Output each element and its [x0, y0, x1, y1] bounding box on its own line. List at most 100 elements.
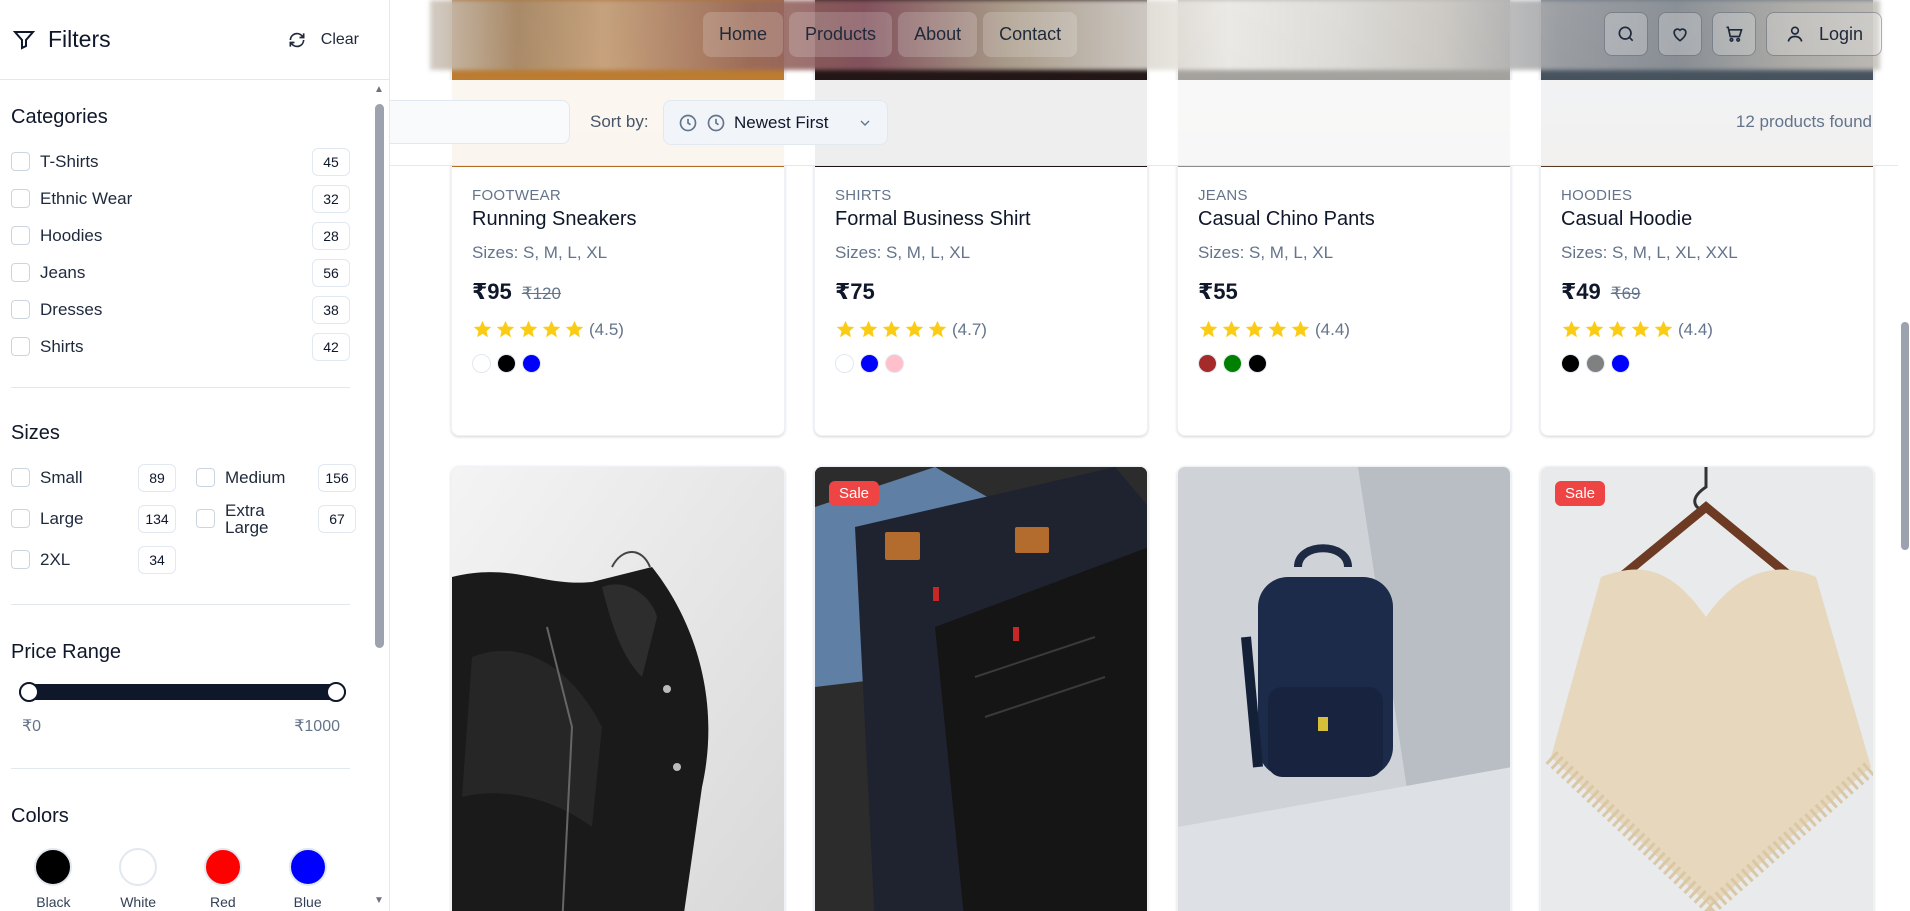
- star-icon: [496, 320, 515, 338]
- color-dots: [835, 354, 1127, 373]
- product-card-jeans[interactable]: Sale: [814, 466, 1148, 911]
- rating-value: (4.4): [1678, 319, 1713, 339]
- size-option-large[interactable]: Large 134: [11, 498, 176, 539]
- color-swatch[interactable]: [34, 848, 73, 886]
- wishlist-button[interactable]: [1658, 12, 1702, 56]
- sale-badge: Sale: [829, 481, 880, 506]
- color-dot[interactable]: [1248, 354, 1267, 373]
- nav-links: Home Products About Contact: [703, 12, 1078, 57]
- category-label: T-Shirts: [40, 151, 99, 171]
- category-row-dresses[interactable]: Dresses 38: [11, 291, 350, 328]
- heart-icon: [1673, 28, 1687, 42]
- category-label: Hoodies: [40, 225, 103, 245]
- sort-value: Newest First: [734, 112, 829, 132]
- color-label: Red: [210, 894, 236, 910]
- login-button[interactable]: Login: [1766, 12, 1882, 56]
- color-dot[interactable]: [497, 354, 516, 373]
- scroll-up-arrow[interactable]: ▲: [374, 84, 384, 95]
- product-card-leather-jacket[interactable]: [451, 466, 785, 911]
- size-option-extra-large[interactable]: Extra Large 67: [196, 498, 356, 539]
- color-dot[interactable]: [1586, 354, 1605, 373]
- category-checkbox[interactable]: [11, 152, 30, 171]
- color-swatch[interactable]: [119, 848, 158, 886]
- main-content: FOOTWEAR Running Sneakers Sizes: S, M, L…: [390, 0, 1910, 911]
- size-option-medium[interactable]: Medium 156: [196, 457, 356, 498]
- nav-about[interactable]: About: [898, 12, 978, 57]
- size-checkbox[interactable]: [196, 509, 215, 528]
- rating-value: (4.4): [1315, 319, 1350, 339]
- color-dot[interactable]: [1198, 354, 1217, 373]
- product-name[interactable]: Formal Business Shirt: [835, 208, 1127, 231]
- size-count: 89: [138, 463, 176, 492]
- product-old-price: ₹120: [521, 284, 561, 303]
- color-dot[interactable]: [472, 354, 491, 373]
- size-checkbox[interactable]: [196, 468, 215, 487]
- color-option-black[interactable]: Black: [11, 848, 96, 910]
- page-scrollbar-thumb[interactable]: [1901, 322, 1909, 550]
- size-label: Large: [40, 508, 84, 528]
- category-row-ethnic-wear[interactable]: Ethnic Wear 32: [11, 180, 350, 217]
- size-option-small[interactable]: Small 89: [11, 457, 176, 498]
- category-checkbox[interactable]: [11, 189, 30, 208]
- category-checkbox[interactable]: [11, 337, 30, 356]
- scroll-down-arrow[interactable]: ▼: [374, 895, 384, 906]
- star-icon: [836, 320, 855, 338]
- color-swatch[interactable]: [288, 848, 327, 886]
- color-dot[interactable]: [1561, 354, 1580, 373]
- product-name[interactable]: Casual Chino Pants: [1198, 208, 1490, 231]
- category-count: 38: [312, 295, 350, 324]
- color-option-white[interactable]: White: [96, 848, 181, 910]
- sidebar-scrollbar[interactable]: ▲ ▼: [373, 84, 385, 906]
- size-checkbox[interactable]: [11, 550, 30, 569]
- category-checkbox[interactable]: [11, 226, 30, 245]
- color-dot[interactable]: [835, 354, 854, 373]
- product-price: ₹55: [1198, 279, 1238, 304]
- color-option-red[interactable]: Red: [181, 848, 266, 910]
- color-dot[interactable]: [1611, 354, 1630, 373]
- size-checkbox[interactable]: [11, 468, 30, 487]
- category-row-jeans[interactable]: Jeans 56: [11, 254, 350, 291]
- product-card-knit-poncho[interactable]: Sale: [1540, 466, 1874, 911]
- color-dots: [1198, 354, 1490, 373]
- size-option-2xl[interactable]: 2XL 34: [11, 539, 176, 580]
- sort-toolbar: Sort by: Newest First 12 products found: [390, 80, 1910, 166]
- search-input[interactable]: [390, 100, 570, 144]
- chevron-down-icon: [860, 120, 870, 126]
- color-dot[interactable]: [522, 354, 541, 373]
- product-name[interactable]: Casual Hoodie: [1561, 208, 1853, 231]
- price-range-slider[interactable]: [19, 682, 346, 702]
- color-option-blue[interactable]: Blue: [265, 848, 350, 910]
- nav-home[interactable]: Home: [703, 12, 784, 57]
- category-checkbox[interactable]: [11, 300, 30, 319]
- color-dot[interactable]: [860, 354, 879, 373]
- star-icon: [882, 320, 901, 338]
- category-row-hoodies[interactable]: Hoodies 28: [11, 217, 350, 254]
- slider-min-handle[interactable]: [19, 682, 39, 702]
- clear-filters-button[interactable]: Clear: [287, 30, 359, 50]
- page-scrollbar[interactable]: [1898, 0, 1910, 911]
- nav-products[interactable]: Products: [789, 12, 893, 57]
- sort-select[interactable]: Newest First: [663, 100, 888, 145]
- nav-contact[interactable]: Contact: [983, 12, 1078, 57]
- color-dot[interactable]: [1223, 354, 1242, 373]
- slider-max-handle[interactable]: [326, 682, 346, 702]
- cart-button[interactable]: [1712, 12, 1756, 56]
- color-dot[interactable]: [885, 354, 904, 373]
- product-price: ₹49: [1561, 279, 1601, 304]
- clock-icon: [707, 114, 725, 131]
- product-card-backpack[interactable]: [1177, 466, 1511, 911]
- color-swatch[interactable]: [203, 848, 242, 886]
- product-category: HOODIES: [1561, 187, 1633, 204]
- size-checkbox[interactable]: [11, 509, 30, 528]
- sidebar-scrollbar-thumb[interactable]: [375, 104, 384, 648]
- sort-label: Sort by:: [590, 112, 649, 131]
- category-checkbox[interactable]: [11, 263, 30, 282]
- product-name[interactable]: Running Sneakers: [472, 208, 764, 231]
- category-row-shirts[interactable]: Shirts 42: [11, 328, 350, 365]
- category-row-tshirts[interactable]: T-Shirts 45: [11, 143, 350, 180]
- product-price: ₹75: [835, 279, 875, 304]
- search-button[interactable]: [1604, 12, 1648, 56]
- login-label: Login: [1818, 23, 1864, 44]
- star-icon: [473, 320, 492, 338]
- size-label: Extra Large: [225, 500, 269, 537]
